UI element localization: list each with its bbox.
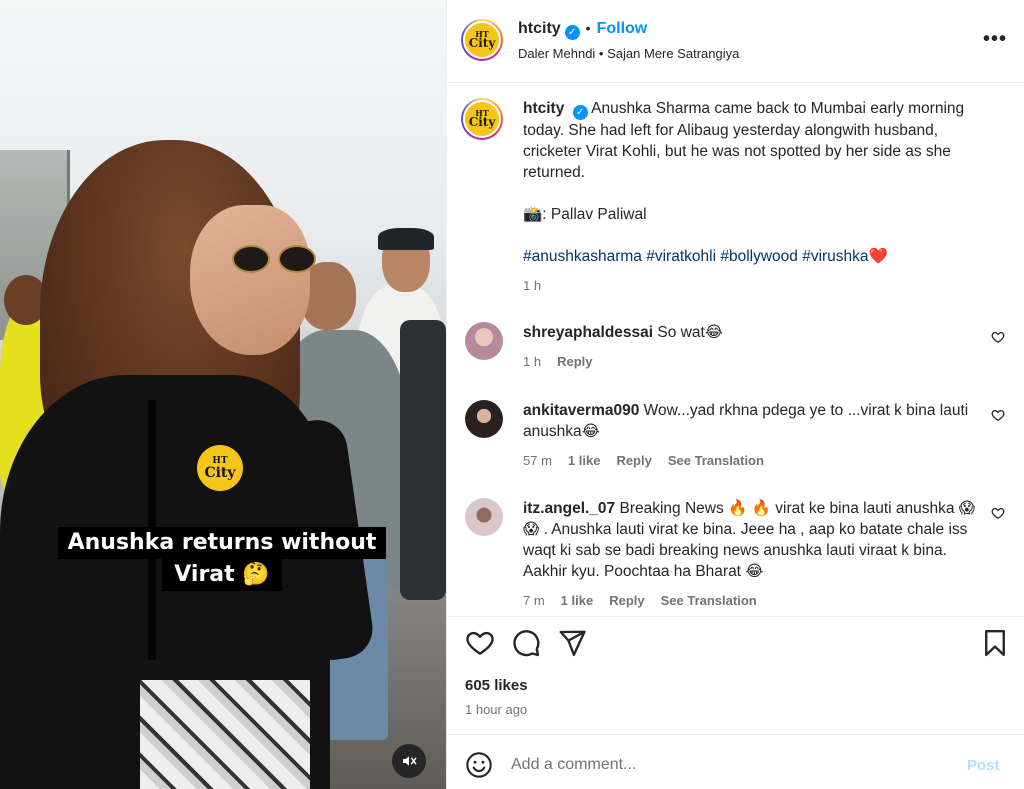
photo-credit: 📸: Pallav Paliwal	[523, 206, 647, 223]
reply-button[interactable]: Reply	[616, 450, 651, 471]
post-time: 1 hour ago	[465, 702, 528, 717]
caption-timestamp: 1 h	[523, 278, 542, 293]
caption-body: Anushka Sharma came back to Mumbai early…	[523, 100, 965, 181]
sunglasses	[232, 245, 318, 275]
commenter-username[interactable]: itz.angel._07	[523, 500, 615, 517]
hashtag-link[interactable]: #viratkohli	[646, 248, 716, 265]
overlay-line-2: Virat 🤔	[162, 559, 282, 591]
commenter-username[interactable]: shreyaphaldessai	[523, 324, 653, 341]
comment-time: 57 m	[523, 453, 552, 468]
post-action-bar	[465, 628, 1010, 658]
comment-bubble-icon[interactable]	[511, 628, 541, 658]
audio-track-link[interactable]: Daler Mehndi • Sajan Mere Satrangiya	[518, 46, 739, 61]
caption-verified-badge-icon: ✓	[572, 105, 588, 120]
hashtag-list: #anushkasharma #viratkohli #bollywood #v…	[523, 246, 983, 267]
comment-input[interactable]	[511, 756, 951, 774]
video-overlay-caption: Anushka returns without Virat 🤔	[57, 527, 387, 591]
commenter-username[interactable]: ankitaverma090	[523, 402, 639, 419]
comment-time: 1 h	[523, 354, 542, 369]
header-text: htcity ✓ • Follow Daler Mehndi • Sajan Mere…	[518, 20, 739, 61]
commenter-avatar[interactable]	[465, 498, 503, 536]
bookmark-icon[interactable]	[980, 628, 1010, 658]
actions-divider	[447, 616, 1024, 617]
see-translation-button[interactable]: See Translation	[668, 450, 764, 471]
comment-like-heart-icon[interactable]	[991, 330, 1005, 344]
hashtag-link[interactable]: #virushka	[802, 248, 868, 265]
post-details-panel: HT City htcity ✓ • Follow Daler Mehndi • Sa…	[446, 0, 1024, 789]
paper-plane-icon[interactable]	[557, 628, 587, 658]
comment-likes-count[interactable]: 1 like	[561, 590, 594, 611]
heart-emoji: ❤️	[868, 248, 888, 265]
commenter-avatar[interactable]	[465, 322, 503, 360]
comment-item: shreyaphaldessai So wat😂 1 h Reply	[465, 322, 1005, 372]
subject-face	[190, 205, 310, 355]
smiley-icon[interactable]	[465, 751, 493, 779]
reply-button[interactable]: Reply	[557, 351, 592, 372]
hashtag-link[interactable]: #anushkasharma	[523, 248, 642, 265]
subject-skirt	[140, 680, 310, 789]
avatar-city-text: City	[468, 36, 496, 51]
caption-author-avatar[interactable]: HT City	[461, 98, 503, 140]
mute-toggle-button[interactable]	[392, 744, 426, 778]
comment-likes-count[interactable]: 1 like	[568, 450, 601, 471]
post-comment-button[interactable]: Post	[967, 757, 1000, 774]
comment-item: ankitaverma090 Wow...yad rkhna pdega ye …	[465, 400, 1005, 471]
header-separator: •	[585, 19, 591, 36]
likes-count[interactable]: 605 likes	[465, 677, 528, 694]
comment-like-heart-icon[interactable]	[991, 506, 1005, 520]
comment-time: 7 m	[523, 593, 545, 608]
reply-button[interactable]: Reply	[609, 590, 644, 611]
verified-badge-icon: ✓	[564, 24, 580, 40]
comment-box-divider	[447, 734, 1024, 735]
author-username[interactable]: htcity	[518, 20, 561, 37]
speaker-muted-icon	[403, 756, 417, 766]
more-options-button[interactable]: •••	[983, 28, 1007, 51]
logo-city-text: City	[204, 464, 236, 481]
see-translation-button[interactable]: See Translation	[661, 590, 757, 611]
author-avatar[interactable]: HT City	[461, 19, 503, 61]
comment-like-heart-icon[interactable]	[991, 408, 1005, 422]
htcity-shirt-logo: HT City	[197, 445, 243, 491]
comment-item: itz.angel._07 Breaking News 🔥 🔥 virat ke…	[465, 498, 1005, 611]
post-media-video[interactable]: HT City Anushka returns without Virat 🤔	[0, 0, 446, 789]
overlay-line-1: Anushka returns without	[57, 527, 387, 559]
commenter-avatar[interactable]	[465, 400, 503, 438]
add-comment-bar: Post	[465, 748, 1015, 782]
heart-outline-icon[interactable]	[465, 628, 495, 658]
header-divider	[447, 82, 1024, 83]
comment-text: So wat😂	[657, 324, 723, 341]
hashtag-link[interactable]: #bollywood	[720, 248, 798, 265]
post-caption: HT City htcity ✓ Anushka Sharma came bac…	[461, 98, 1001, 296]
caption-username[interactable]: htcity	[523, 100, 564, 117]
follow-button[interactable]: Follow	[597, 20, 648, 37]
caption-avatar-city-text: City	[468, 115, 496, 130]
post-header: HT City htcity ✓ • Follow Daler Mehndi • Sa…	[461, 14, 1011, 66]
bystander-dark	[400, 320, 446, 600]
bystander-cap	[378, 228, 434, 250]
